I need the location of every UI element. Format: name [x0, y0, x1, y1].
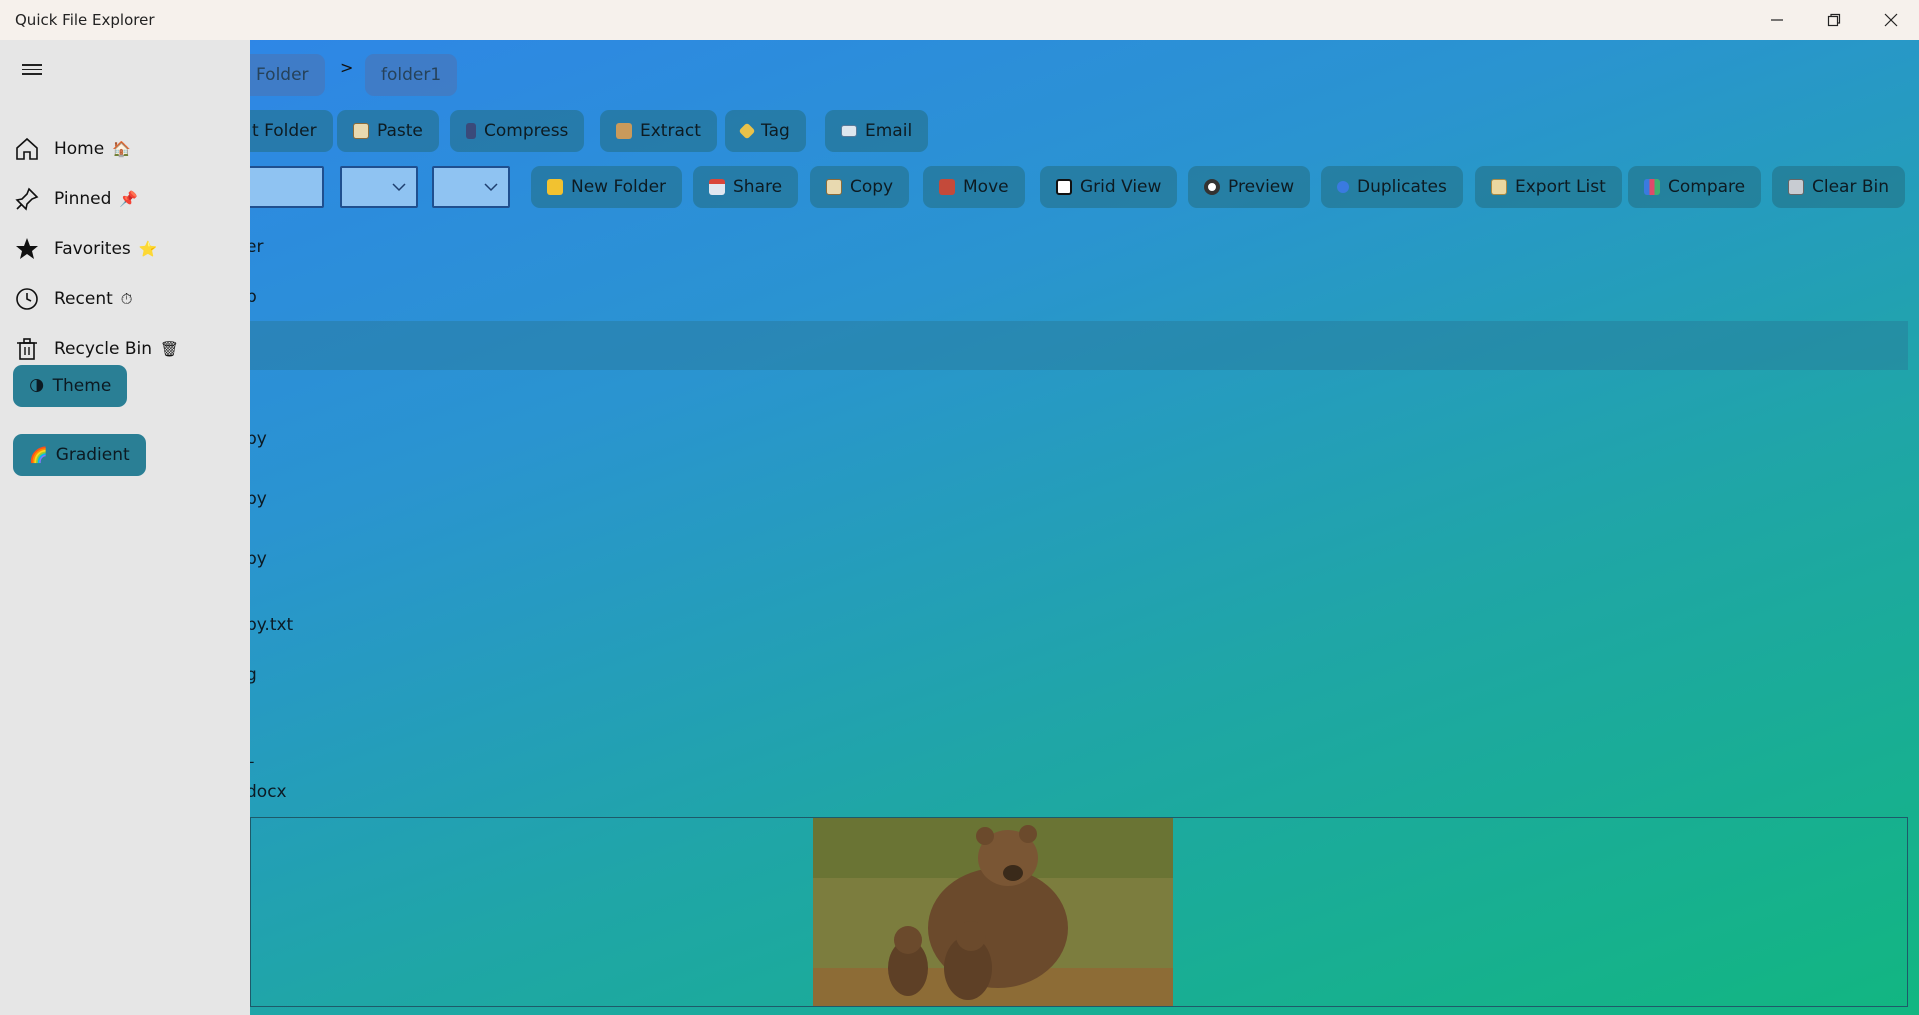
button-label: Gradient [55, 445, 130, 465]
button-label: Grid View [1080, 177, 1162, 197]
button-label: Email [865, 121, 913, 141]
minimize-button[interactable] [1748, 0, 1805, 40]
app-title: Quick File Explorer [15, 11, 155, 29]
sidebar-item-home[interactable]: Home 🏠 [14, 129, 234, 169]
new-folder-button[interactable]: New Folder [531, 166, 683, 208]
compress-icon [466, 123, 476, 139]
extract-button[interactable]: Extract [600, 110, 717, 152]
list-item[interactable]: docx [246, 782, 287, 802]
list-item[interactable]: py.txt [246, 615, 293, 635]
move-icon [939, 179, 955, 195]
eye-icon [1204, 179, 1220, 195]
sidebar-item-label: Pinned [54, 189, 112, 209]
button-label: Preview [1228, 177, 1295, 197]
home-icon [16, 137, 38, 160]
sidebar-item-recent[interactable]: Recent ⏱ [14, 279, 234, 319]
chart-icon [1644, 179, 1660, 195]
move-button[interactable]: Move [923, 166, 1025, 208]
share-icon [709, 179, 725, 195]
button-label: Share [733, 177, 783, 197]
sidebar-item-label: Home [54, 139, 105, 159]
sidebar-item-pinned[interactable]: Pinned 📌 [14, 179, 234, 219]
button-label: Extract [640, 121, 701, 141]
paste-button[interactable]: Paste [337, 110, 439, 152]
compare-button[interactable]: Compare [1628, 166, 1762, 208]
button-label: Clear Bin [1812, 177, 1890, 197]
grid-view-button[interactable]: Grid View [1040, 166, 1178, 208]
button-label: Compress [484, 121, 569, 141]
house-emoji-icon: 🏠 [112, 140, 131, 158]
trash-icon [1788, 179, 1804, 195]
wastebasket-emoji-icon: 🗑 [160, 340, 180, 358]
tag-button[interactable]: Tag [725, 110, 806, 152]
selected-row-highlight [250, 321, 1908, 370]
sort-dropdown[interactable] [340, 166, 418, 208]
email-icon [841, 125, 857, 137]
button-label: New Folder [571, 177, 667, 197]
bear-photo-art [813, 818, 1173, 1006]
clock-icon [16, 288, 38, 310]
close-icon [1884, 13, 1897, 27]
sidebar-item-label: Recycle Bin [54, 339, 153, 359]
button-label: Copy [850, 177, 894, 197]
sidebar-item-label: Recent [54, 289, 113, 309]
close-button[interactable] [1862, 0, 1919, 40]
sidebar-item-recycle-bin[interactable]: Recycle Bin 🗑 [14, 329, 234, 369]
main-area: Folder > folder1 t Folder Paste Compress… [0, 40, 1919, 1015]
gradient-button[interactable]: 🌈 Gradient [13, 434, 146, 476]
button-label: Paste [377, 121, 423, 141]
button-label: Theme [52, 376, 112, 396]
button-label: Compare [1668, 177, 1746, 197]
button-label: Tag [761, 121, 790, 141]
moon-emoji-icon: 🌗 [29, 377, 45, 395]
email-button[interactable]: Email [825, 110, 929, 152]
tag-icon [738, 122, 756, 140]
clipboard-icon [353, 123, 369, 139]
star-icon [16, 238, 38, 259]
clear-bin-button[interactable]: Clear Bin [1772, 166, 1906, 208]
restore-button[interactable] [1805, 0, 1862, 40]
breadcrumb-label: Folder [256, 65, 309, 85]
sidebar: Home 🏠 Pinned 📌 Favorites ⭐ Recent ⏱ Rec… [0, 40, 250, 1015]
sidebar-item-favorites[interactable]: Favorites ⭐ [14, 229, 234, 269]
title-bar: Quick File Explorer [0, 0, 1919, 40]
bear-photo [813, 818, 1173, 1006]
checkbox-icon[interactable] [1056, 179, 1072, 195]
preview-pane [250, 817, 1908, 1007]
breadcrumb-label: folder1 [381, 65, 442, 85]
recycle-bin-icon [17, 338, 37, 360]
button-label: Move [963, 177, 1009, 197]
folder-icon [547, 179, 563, 195]
restore-icon [1827, 13, 1840, 27]
export-list-button[interactable]: Export List [1475, 166, 1622, 208]
pushpin-emoji-icon: 📌 [119, 190, 139, 208]
button-label: Export List [1515, 177, 1606, 197]
pin-icon [15, 187, 39, 211]
clipboard-icon [826, 179, 842, 195]
search-input[interactable] [246, 166, 324, 208]
sidebar-item-label: Favorites [54, 239, 131, 259]
preview-button[interactable]: Preview [1188, 166, 1311, 208]
chevron-down-icon [392, 183, 406, 192]
rainbow-emoji-icon: 🌈 [29, 446, 48, 464]
scroll-icon [1491, 179, 1507, 195]
stopwatch-emoji-icon: ⏱ [120, 290, 133, 308]
chevron-down-icon [484, 183, 498, 192]
copy-button[interactable]: Copy [810, 166, 910, 208]
minimize-icon [1770, 19, 1783, 21]
star-emoji-icon: ⭐ [138, 240, 158, 258]
theme-button[interactable]: 🌗 Theme [13, 365, 128, 407]
breadcrumb-separator: > [340, 58, 354, 77]
hamburger-menu-icon[interactable] [22, 64, 42, 78]
button-label: Duplicates [1357, 177, 1447, 197]
duplicates-icon [1337, 181, 1349, 193]
compress-button[interactable]: Compress [450, 110, 585, 152]
duplicates-button[interactable]: Duplicates [1321, 166, 1463, 208]
share-button[interactable]: Share [693, 166, 799, 208]
package-icon [616, 123, 632, 139]
breadcrumb-folder1[interactable]: folder1 [365, 54, 458, 96]
button-label: t Folder [252, 121, 317, 141]
filter-dropdown[interactable] [432, 166, 510, 208]
